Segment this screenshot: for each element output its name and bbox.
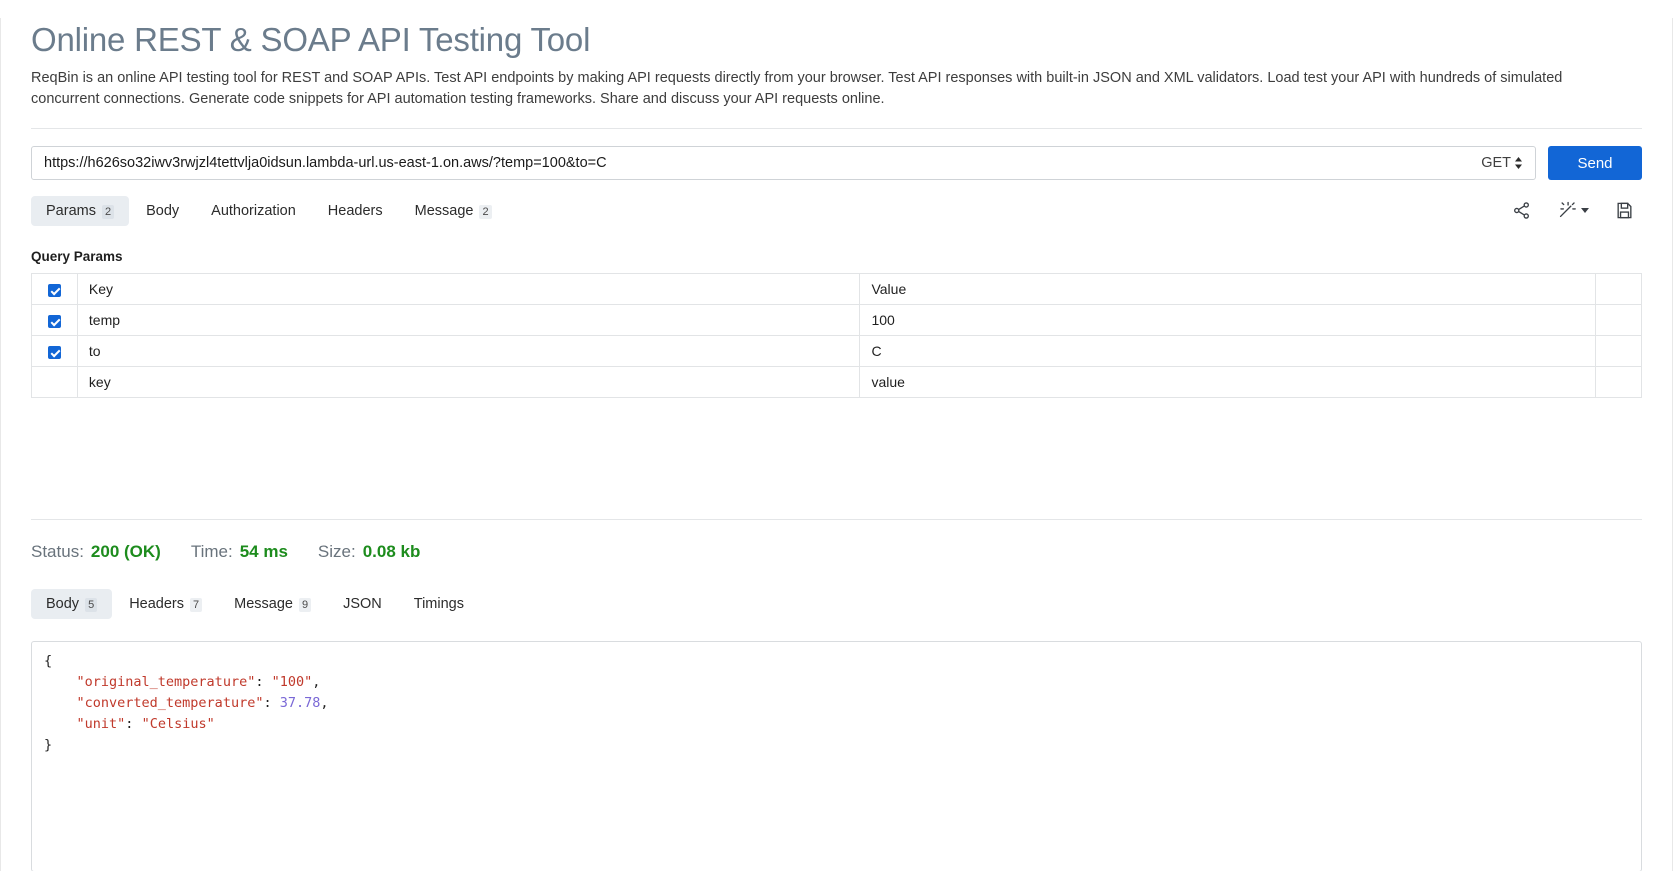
table-row-empty: key value [31, 366, 1642, 398]
query-params-table: Key Value temp 100 to C key value [31, 273, 1642, 398]
tab-headers-label: Headers [327, 202, 383, 219]
status-label: Status: [31, 542, 84, 561]
magic-wand-icon[interactable] [1557, 201, 1589, 220]
json-value-converted-temperature: 37.78 [279, 695, 321, 711]
time-label: Time: [190, 542, 233, 561]
query-params-label: Query Params [31, 249, 123, 264]
response-tab-headers-label: Headers [129, 596, 184, 612]
request-tabbar: Params 2 Body Authorization Headers Mess… [31, 194, 1642, 227]
tab-message-label: Message [414, 202, 474, 219]
page-title: Online REST & SOAP API Testing Tool [31, 21, 591, 58]
header-divider [31, 128, 1642, 129]
table-header-row: Key Value [31, 273, 1642, 305]
time-value: 54 ms [239, 542, 288, 561]
request-url-row: GET Send [31, 146, 1642, 180]
tab-params-badge: 2 [101, 204, 115, 219]
tab-body-label: Body [146, 202, 180, 219]
response-tabs: Body 5 Headers 7 Message 9 JSON Timings [31, 589, 479, 619]
response-tab-body-badge: 5 [85, 598, 98, 612]
http-method-select[interactable]: GET [1475, 155, 1531, 171]
param-value-to[interactable]: C [859, 335, 1597, 367]
column-header-actions [1595, 273, 1642, 305]
response-body-code: { "original_temperature": "100", "conver… [44, 653, 329, 753]
response-tab-headers-badge: 7 [190, 598, 203, 612]
table-row: temp 100 [31, 304, 1642, 336]
select-all-checkbox[interactable] [47, 283, 61, 297]
size-value: 0.08 kb [362, 542, 421, 561]
size-label: Size: [317, 542, 356, 561]
chevron-down-icon [1581, 208, 1589, 213]
request-toolbar-icons [1512, 201, 1642, 220]
tab-params[interactable]: Params 2 [31, 195, 130, 226]
app-page: Online REST & SOAP API Testing Tool ReqB… [0, 18, 1673, 871]
param-key-to[interactable]: to [76, 335, 861, 367]
tab-authorization-label: Authorization [211, 202, 296, 219]
response-body-viewer[interactable]: { "original_temperature": "100", "conver… [31, 641, 1642, 871]
row-checkbox-to[interactable] [47, 345, 61, 359]
empty-value-input[interactable]: value [859, 366, 1597, 398]
response-tab-body[interactable]: Body 5 [31, 589, 113, 619]
tab-params-label: Params [46, 202, 96, 219]
status-value: 200 (OK) [90, 542, 161, 561]
row-checkbox-cell [31, 335, 78, 367]
empty-row-checkbox-cell [31, 366, 78, 398]
select-all-cell [31, 273, 78, 305]
column-header-value: Value [859, 273, 1597, 305]
tab-message-badge: 2 [479, 204, 492, 219]
response-tab-message[interactable]: Message 9 [219, 589, 326, 619]
share-icon[interactable] [1512, 201, 1531, 220]
table-row: to C [31, 335, 1642, 367]
request-tabs: Params 2 Body Authorization Headers Mess… [31, 195, 507, 226]
page-description: ReqBin is an online API testing tool for… [31, 70, 1563, 107]
tab-body[interactable]: Body [131, 196, 194, 226]
json-value-unit: "Celsius" [141, 716, 215, 732]
response-tab-json[interactable]: JSON [328, 589, 397, 619]
json-brace-open: { [44, 653, 53, 669]
column-header-key: Key [76, 273, 861, 305]
json-value-original-temperature: "100" [271, 674, 313, 690]
json-key-unit: "unit" [76, 716, 126, 732]
url-box: GET [31, 146, 1536, 180]
response-tab-timings-label: Timings [413, 596, 464, 612]
row-actions-to[interactable] [1595, 335, 1642, 367]
tab-message[interactable]: Message 2 [400, 196, 507, 226]
response-tab-json-label: JSON [343, 596, 382, 612]
tab-headers[interactable]: Headers [313, 196, 398, 226]
json-brace-close: } [44, 737, 53, 753]
param-key-temp[interactable]: temp [76, 304, 861, 336]
empty-row-actions[interactable] [1595, 366, 1642, 398]
json-key-original-temperature: "original_temperature" [76, 674, 256, 690]
json-key-converted-temperature: "converted_temperature" [76, 695, 264, 711]
save-icon[interactable] [1615, 201, 1634, 220]
chevron-updown-icon [1514, 156, 1523, 170]
param-value-temp[interactable]: 100 [859, 304, 1597, 336]
response-tab-message-badge: 9 [298, 598, 312, 612]
http-method-label: GET [1481, 155, 1511, 171]
response-tab-message-label: Message [234, 596, 293, 612]
response-tab-body-label: Body [46, 596, 80, 612]
response-tab-headers[interactable]: Headers 7 [114, 589, 217, 619]
url-input[interactable] [42, 148, 1476, 178]
response-status-row: Status: 200 (OK) Time: 54 ms Size: 0.08 … [31, 542, 1642, 562]
response-tabbar: Body 5 Headers 7 Message 9 JSON Timings [31, 589, 1642, 619]
send-button[interactable]: Send [1548, 146, 1642, 180]
response-tab-timings[interactable]: Timings [399, 589, 479, 619]
response-divider [31, 519, 1642, 520]
empty-key-input[interactable]: key [76, 366, 861, 398]
row-checkbox-cell [31, 304, 78, 336]
row-checkbox-temp[interactable] [47, 314, 61, 328]
row-actions-temp[interactable] [1595, 304, 1642, 336]
tab-authorization[interactable]: Authorization [196, 196, 311, 226]
